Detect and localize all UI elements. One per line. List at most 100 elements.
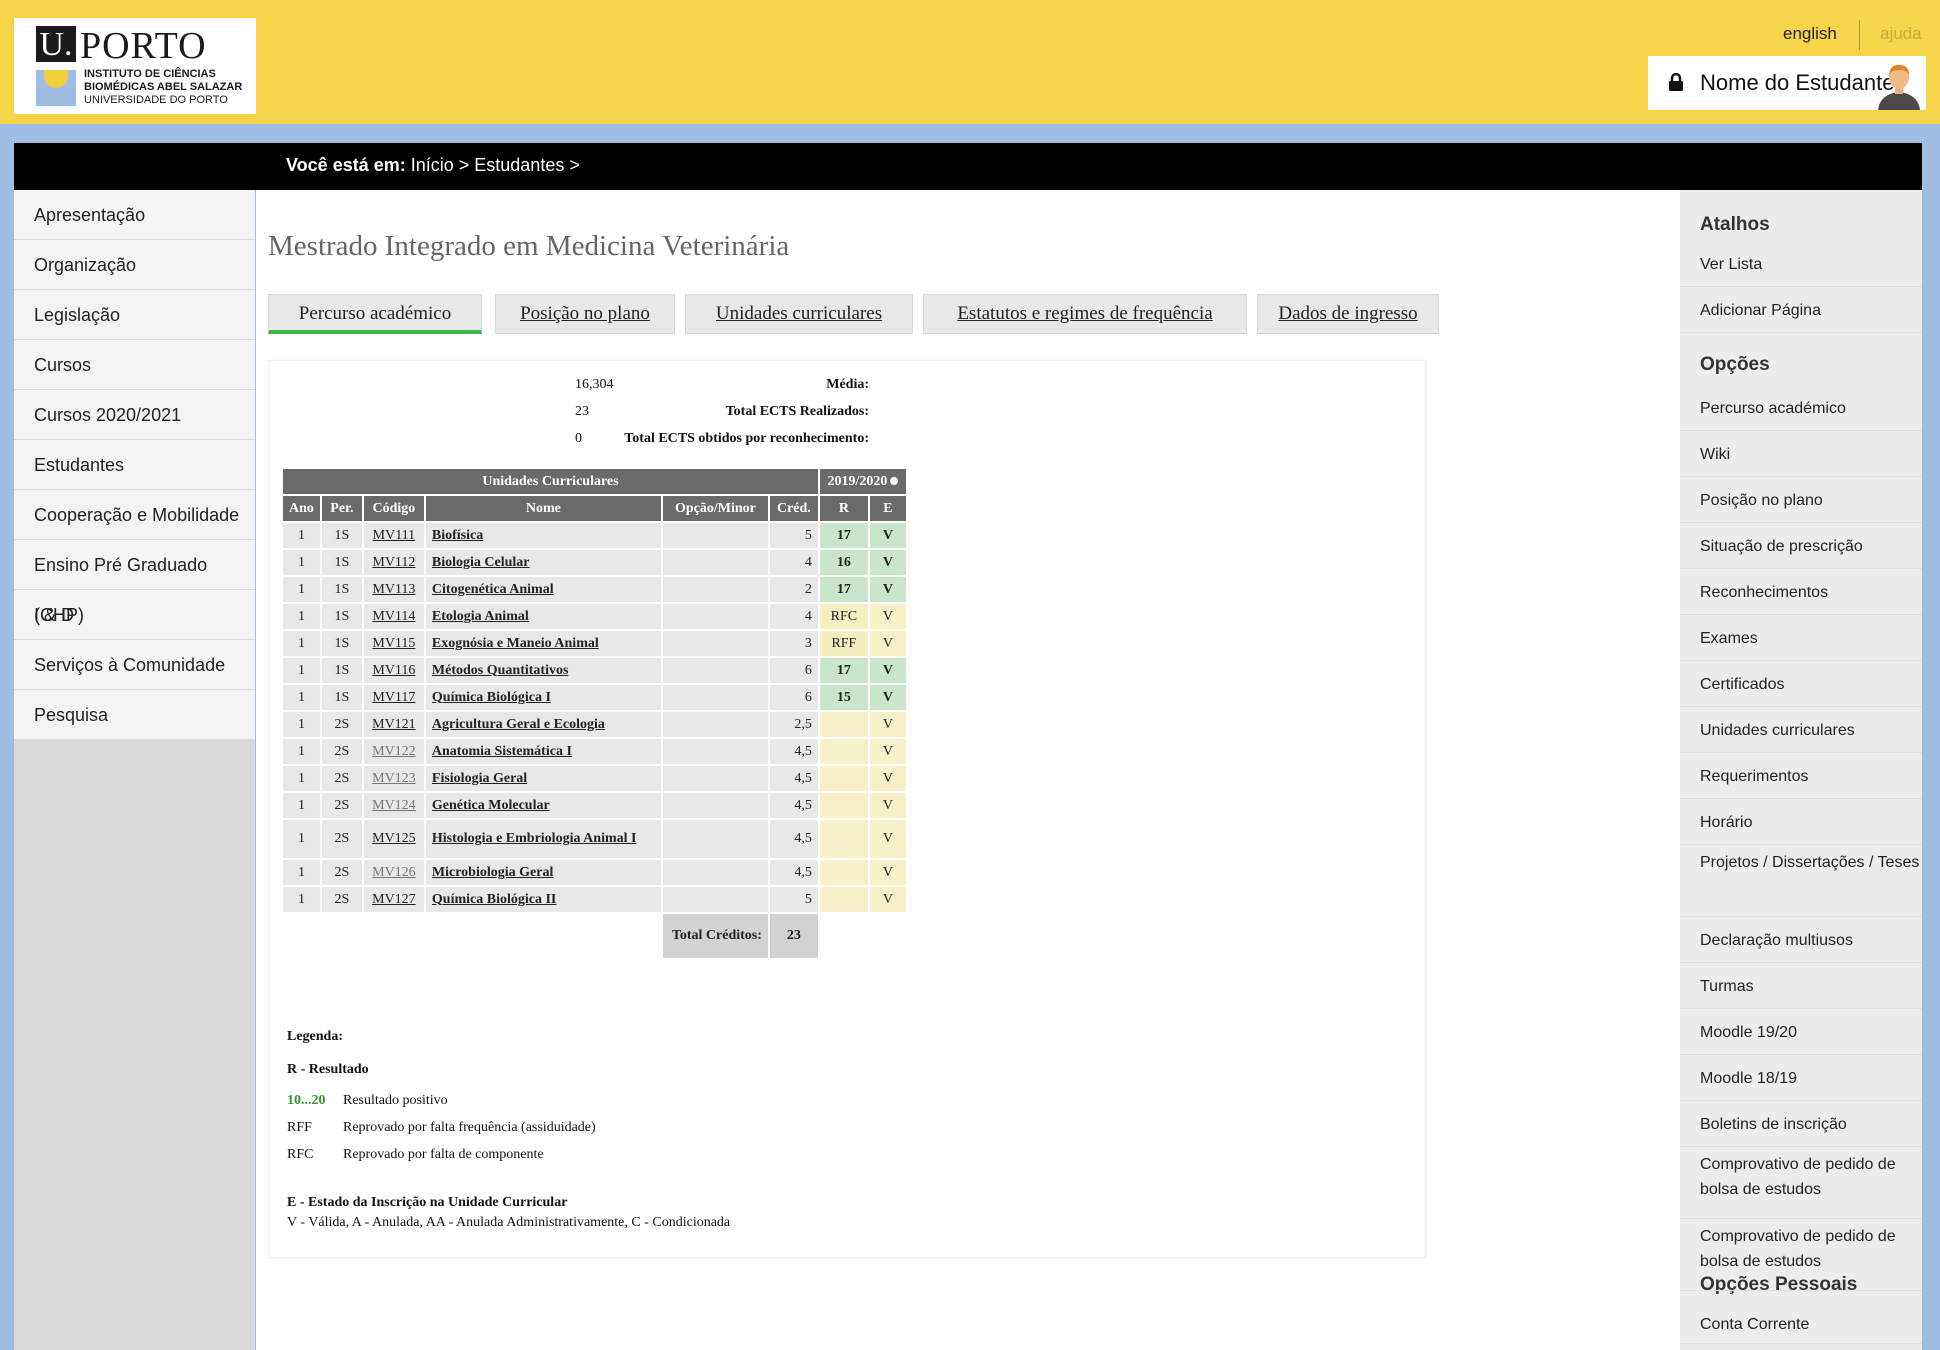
option-turmas[interactable]: Turmas [1680,964,1922,1009]
option-requerimentos[interactable]: Requerimentos [1680,754,1922,799]
course-code-link[interactable]: MV117 [363,685,424,710]
course-code-link[interactable]: MV122 [363,739,424,764]
institute-line-1: INSTITUTO DE CIÊNCIAS [84,68,216,80]
nav-item-cooperacao[interactable]: Cooperação e Mobilidade [14,490,255,540]
course-name-link[interactable]: Agricultura Geral e Ecologia [425,712,661,737]
institute-line-2: BIOMÉDICAS ABEL SALAZAR [84,81,243,93]
table-row: 1 2S MV126 Microbiologia Geral 4,5 V [283,860,906,885]
course-code-link[interactable]: MV113 [363,577,424,602]
course-code-link[interactable]: MV111 [363,523,424,548]
course-code-link[interactable]: MV114 [363,604,424,629]
course-name-link[interactable]: Química Biológica II [425,887,661,912]
cell-periodo: 2S [321,739,362,764]
option-projetos-dissertacoes-teses[interactable]: Projetos / Dissertações / Teses [1680,846,1922,917]
nav-item-cursos-2020-2021[interactable]: Cursos 2020/2021 [14,390,255,440]
course-code-link[interactable]: MV116 [363,658,424,683]
legend-key: RFF [287,1120,312,1135]
tab-dados-de-ingresso[interactable]: Dados de ingresso [1257,294,1439,334]
col-nome: Nome [425,496,661,521]
option-reconhecimentos[interactable]: Reconhecimentos [1680,570,1922,615]
tab-estatutos-regimes[interactable]: Estatutos e regimes de frequência [923,294,1247,334]
option-percurso-academico[interactable]: Percurso académico [1680,386,1922,431]
cell-resultado [819,712,868,737]
course-code-link[interactable]: MV125 [363,820,424,858]
cell-creditos: 2 [769,577,818,602]
course-name-link[interactable]: Anatomia Sistemática I [425,739,661,764]
shortcut-adicionar-pagina[interactable]: Adicionar Página [1680,288,1922,333]
academic-record-panel: Média: 16,304 Total ECTS Realizados: 23 … [268,360,1426,1258]
course-name-link[interactable]: Métodos Quantitativos [425,658,661,683]
english-link[interactable]: english [1783,24,1837,44]
course-name-link[interactable]: Etologia Animal [425,604,661,629]
nav-item-cursos[interactable]: Cursos [14,340,255,390]
table-row: 1 1S MV114 Etologia Animal 4 RFC V [283,604,906,629]
course-name-link[interactable]: Microbiologia Geral [425,860,661,885]
nav-item-apresentacao[interactable]: Apresentação [14,190,255,240]
cell-creditos: 4 [769,604,818,629]
university-logo[interactable]: U. PORTO INSTITUTO DE CIÊNCIAS BIOMÉDICA… [14,18,256,114]
option-moodle-18-19[interactable]: Moodle 18/19 [1680,1056,1922,1101]
course-name-link[interactable]: Citogenética Animal [425,577,661,602]
course-name-link[interactable]: Histologia e Embriologia Animal I [425,820,661,858]
course-code-link[interactable]: MV126 [363,860,424,885]
cell-estado: V [869,604,906,629]
breadcrumb-path[interactable]: Início > Estudantes > [406,155,580,175]
course-name-link[interactable]: Genética Molecular [425,793,661,818]
cell-estado: V [869,550,906,575]
option-comprovativo-de-pedido-de-bolsa-de-estudos[interactable]: Comprovativo de pedido de bolsa de estud… [1680,1148,1922,1219]
course-name-link[interactable]: Fisiologia Geral [425,766,661,791]
cell-opcao-minor [662,766,768,791]
cell-ano: 1 [283,820,320,858]
option-posicao-no-plano[interactable]: Posição no plano [1680,478,1922,523]
course-code-link[interactable]: MV121 [363,712,424,737]
course-name-link[interactable]: Biologia Celular [425,550,661,575]
help-link[interactable]: ajuda [1880,24,1922,44]
cell-ano: 1 [283,739,320,764]
cell-estado: V [869,766,906,791]
option-horario[interactable]: Horário [1680,800,1922,845]
course-code-link[interactable]: MV115 [363,631,424,656]
course-name-link[interactable]: Biofísica [425,523,661,548]
option-declaracao-multiusos[interactable]: Declaração multiusos [1680,918,1922,963]
option-unidades-curriculares[interactable]: Unidades curriculares [1680,708,1922,753]
shortcut-ver-lista[interactable]: Ver Lista [1680,242,1922,287]
table-row: 1 1S MV113 Citogenética Animal 2 17 V [283,577,906,602]
option-comprovativo-de-pedido-de-bolsa-de-estudos[interactable]: Comprovativo de pedido de bolsa de estud… [1680,1220,1922,1291]
cell-opcao-minor [662,604,768,629]
nav-item-i-d[interactable]: I & D [14,590,255,640]
course-code-link[interactable]: MV112 [363,550,424,575]
cell-creditos: 5 [769,887,818,912]
lock-icon [1669,73,1683,91]
option-exames[interactable]: Exames [1680,616,1922,661]
option-wiki[interactable]: Wiki [1680,432,1922,477]
nav-item-legislacao[interactable]: Legislação [14,290,255,340]
student-account-box[interactable]: Nome do Estudante [1648,56,1926,110]
course-name-link[interactable]: Química Biológica I [425,685,661,710]
course-code-link[interactable]: MV123 [363,766,424,791]
option-moodle-19-20[interactable]: Moodle 19/20 [1680,1010,1922,1055]
col-opcao-minor: Opção/Minor [662,496,768,521]
info-dot-icon[interactable] [890,476,899,485]
nav-item-estudantes[interactable]: Estudantes [14,440,255,490]
option-situacao-de-prescricao[interactable]: Situação de prescrição [1680,524,1922,569]
option-certificados[interactable]: Certificados [1680,662,1922,707]
tab-unidades-curriculares[interactable]: Unidades curriculares [685,294,913,334]
legend-desc: Reprovado por falta frequência (assiduid… [343,1120,596,1135]
course-code-link[interactable]: MV127 [363,887,424,912]
cell-creditos: 3 [769,631,818,656]
cell-estado: V [869,577,906,602]
nav-item-servicos-comunidade[interactable]: Serviços à Comunidade [14,640,255,690]
table-row: 1 1S MV111 Biofísica 5 17 V [283,523,906,548]
cell-resultado [819,860,868,885]
nav-item-ensino-pre-graduado[interactable]: Ensino Pré Graduado (CHP) [14,540,255,625]
nav-item-organizacao[interactable]: Organização [14,240,255,290]
cell-periodo: 2S [321,766,362,791]
nav-item-pesquisa[interactable]: Pesquisa [14,690,255,740]
tab-posicao-no-plano[interactable]: Posição no plano [495,294,675,334]
col-r: R [819,496,868,521]
personal-conta-corrente[interactable]: Conta Corrente [1680,1304,1922,1344]
course-name-link[interactable]: Exognósia e Maneio Animal [425,631,661,656]
course-code-link[interactable]: MV124 [363,793,424,818]
option-boletins-de-inscricao[interactable]: Boletins de inscrição [1680,1102,1922,1147]
tab-percurso-academico[interactable]: Percurso académico [268,294,482,334]
